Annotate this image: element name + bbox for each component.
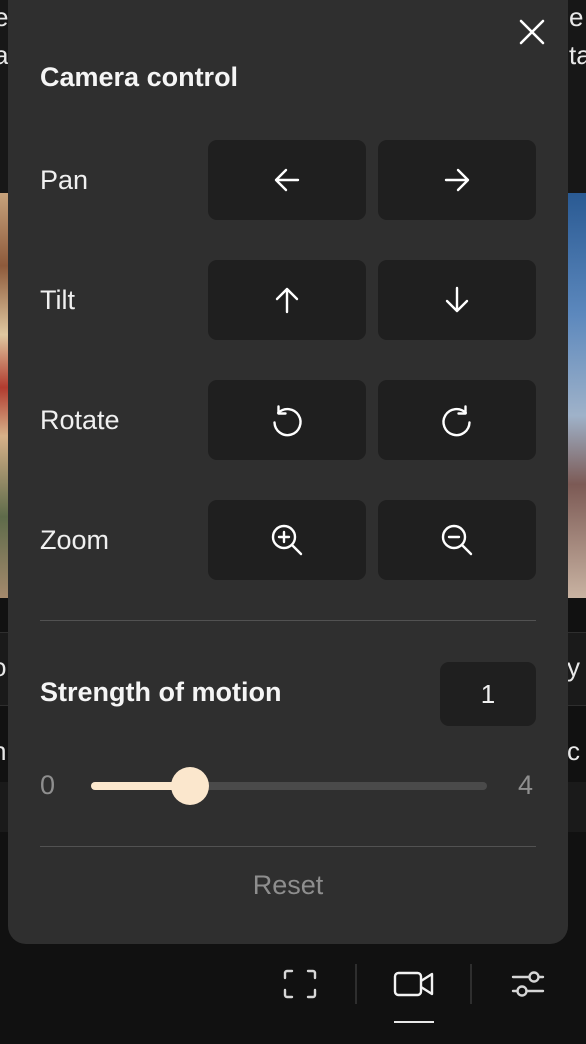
bg-row-text-right-1: y — [567, 652, 580, 682]
toolbar-separator — [355, 964, 357, 1004]
reset-button[interactable]: Reset — [8, 870, 568, 901]
zoom-label: Zoom — [40, 525, 110, 555]
toolbar-separator — [470, 964, 472, 1004]
settings-button[interactable] — [508, 964, 548, 1004]
rotate-row: Rotate — [8, 380, 568, 460]
camera-control-button[interactable] — [392, 966, 436, 1002]
rotate-cw-icon — [442, 405, 471, 437]
slider-min-label: 0 — [40, 770, 56, 800]
tilt-up-button[interactable] — [208, 260, 366, 340]
zoom-row: Zoom — [8, 500, 568, 580]
close-button[interactable] — [512, 12, 552, 52]
arrow-right-icon — [444, 168, 470, 192]
bg-row-text-left-2: n — [0, 736, 6, 767]
pan-left-button[interactable] — [208, 140, 366, 220]
arrow-left-icon — [274, 168, 300, 192]
camera-control-panel: Camera control Pan Tilt Rotate Zoom Stre… — [8, 0, 568, 944]
fullscreen-button[interactable] — [280, 964, 320, 1004]
strength-label: Strength of motion — [40, 677, 282, 707]
bg-row-text-right-2: c — [567, 736, 580, 766]
pan-right-button[interactable] — [378, 140, 536, 220]
slider-thumb[interactable] — [171, 767, 209, 805]
rotate-right-button[interactable] — [378, 380, 536, 460]
zoom-out-icon — [441, 524, 473, 556]
zoom-out-button[interactable] — [378, 500, 536, 580]
tilt-row: Tilt — [8, 260, 568, 340]
zoom-in-icon — [271, 524, 303, 556]
zoom-in-button[interactable] — [208, 500, 366, 580]
arrow-up-icon — [275, 287, 299, 314]
bg-text-right-2: ta — [569, 40, 586, 70]
strength-value-input[interactable]: 1 — [440, 662, 536, 726]
fullscreen-icon — [283, 969, 317, 999]
rotate-label: Rotate — [40, 405, 120, 435]
strength-slider[interactable] — [91, 767, 487, 805]
background-image-right — [567, 193, 586, 598]
sliders-icon — [511, 971, 545, 997]
rotate-left-button[interactable] — [208, 380, 366, 460]
tilt-down-button[interactable] — [378, 260, 536, 340]
tilt-label: Tilt — [40, 285, 75, 315]
arrow-down-icon — [445, 286, 469, 313]
rotate-ccw-icon — [273, 405, 302, 437]
bg-text-right-1: e — [569, 2, 584, 32]
active-tab-indicator — [394, 1021, 434, 1023]
panel-title: Camera control — [40, 62, 239, 92]
divider — [40, 620, 536, 621]
divider-bottom — [40, 846, 536, 847]
pan-label: Pan — [40, 165, 89, 195]
video-camera-icon — [393, 971, 434, 997]
pan-row: Pan — [8, 140, 568, 220]
bg-row-text-left-1: o — [0, 652, 6, 683]
slider-max-label: 4 — [518, 770, 534, 800]
close-icon — [519, 19, 545, 45]
